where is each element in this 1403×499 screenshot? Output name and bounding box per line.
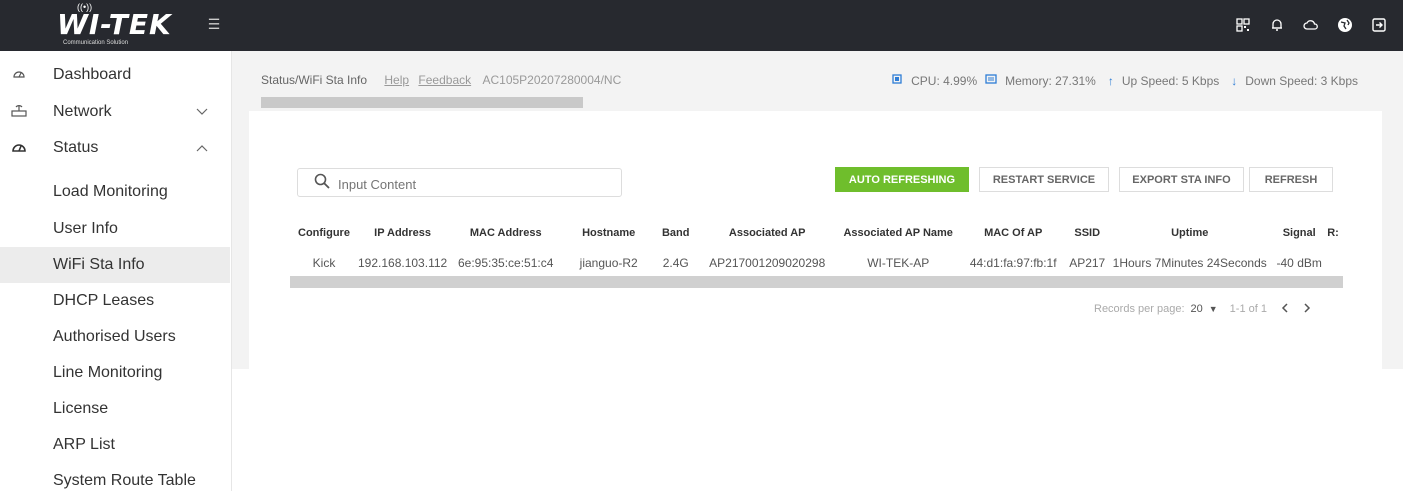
sidebar-item-label: DHCP Leases [53, 292, 155, 309]
chevron-up-icon [196, 141, 208, 155]
breadcrumb-scrollbar[interactable] [261, 97, 583, 108]
breadcrumb: Status/WiFi Sta Info Help Feedback AC105… [261, 73, 621, 87]
col-uptime[interactable]: Uptime [1108, 223, 1271, 243]
auto-refreshing-button[interactable]: AUTO REFRESHING [835, 167, 969, 192]
col-signal[interactable]: Signal [1271, 223, 1327, 243]
logout-icon[interactable] [1369, 14, 1389, 36]
col-ip-address[interactable]: IP Address [358, 223, 447, 243]
col-band[interactable]: Band [653, 223, 698, 243]
memory-usage: Memory: 27.31% [1005, 73, 1096, 88]
sidebar-item-label: WiFi Sta Info [53, 256, 145, 273]
search-icon [314, 173, 330, 194]
sidebar-item-label: Load Monitoring [53, 183, 168, 200]
col-associated-ap[interactable]: Associated AP [698, 223, 836, 243]
col-hostname[interactable]: Hostname [564, 223, 653, 243]
qr-code-icon[interactable] [1233, 14, 1253, 36]
sidebar-item-label: ARP List [53, 436, 115, 453]
device-serial: AC105P20207280004/NC [482, 73, 622, 87]
memory-icon [985, 73, 997, 88]
previous-page-icon[interactable] [1281, 301, 1289, 316]
table-horizontal-scrollbar[interactable] [290, 276, 1343, 288]
top-bar: ((•)) WI-TEK Communication Solution ☰ [0, 0, 1403, 51]
records-per-page-select[interactable]: 20 [1191, 303, 1203, 315]
sidebar-item-dhcp-leases[interactable]: DHCP Leases [0, 283, 230, 319]
table-header-row: Configure IP Address MAC Address Hostnam… [290, 223, 1343, 243]
system-stats: CPU: 4.99% Memory: 27.31% ↑ Up Speed: 5 … [891, 73, 1358, 88]
sidebar-item-label: License [53, 400, 109, 417]
page-range: 1-1 of 1 [1229, 302, 1267, 315]
sidebar-item-wifi-sta-info[interactable]: WiFi Sta Info [0, 247, 230, 283]
help-link[interactable]: Help [384, 73, 409, 87]
next-page-icon[interactable] [1303, 301, 1311, 316]
arrow-down-icon: ↓ [1231, 73, 1238, 88]
sidebar-item-label: Status [53, 139, 99, 156]
sidebar: Dashboard Network Status Load Monitoring… [0, 51, 232, 491]
breadcrumb-path: Status/WiFi Sta Info [261, 73, 368, 87]
col-configure[interactable]: Configure [290, 223, 358, 243]
sidebar-item-label: Authorised Users [53, 328, 176, 345]
sidebar-item-label: User Info [53, 220, 118, 237]
up-speed: Up Speed: 5 Kbps [1121, 73, 1220, 88]
sidebar-item-dashboard[interactable]: Dashboard [0, 57, 231, 93]
caret-down-icon[interactable]: ▼ [1209, 304, 1218, 314]
arrow-up-icon: ↑ [1107, 73, 1114, 88]
sidebar-item-line-monitoring[interactable]: Line Monitoring [0, 355, 230, 391]
cloud-icon[interactable] [1301, 14, 1321, 36]
col-ssid[interactable]: SSID [1066, 223, 1108, 243]
sidebar-item-arp-list[interactable]: ARP List [0, 427, 230, 463]
export-sta-info-button[interactable]: EXPORT STA INFO [1119, 167, 1244, 192]
chevron-down-icon [196, 105, 208, 119]
wi-tek-logo[interactable]: ((•)) WI-TEK Communication Solution [57, 2, 177, 48]
sidebar-item-network[interactable]: Network [0, 94, 231, 130]
sidebar-item-label: System Route Table [53, 472, 196, 489]
sta-info-table: Configure IP Address MAC Address Hostnam… [290, 223, 1343, 283]
cpu-icon [891, 73, 903, 88]
top-icon-group [1233, 14, 1389, 36]
feedback-link[interactable]: Feedback [418, 73, 471, 87]
sidebar-item-status[interactable]: Status [0, 130, 231, 166]
sidebar-item-license[interactable]: License [0, 391, 230, 427]
search-box [297, 168, 622, 197]
sidebar-item-user-info[interactable]: User Info [0, 211, 230, 247]
bell-icon[interactable] [1267, 14, 1287, 36]
refresh-button[interactable]: REFRESH [1249, 167, 1333, 192]
cpu-usage: CPU: 4.99% [911, 73, 978, 88]
down-speed: Down Speed: 3 Kbps [1245, 73, 1358, 88]
sidebar-item-load-monitoring[interactable]: Load Monitoring [0, 174, 230, 210]
col-mac-address[interactable]: MAC Address [447, 223, 564, 243]
sidebar-item-label: Network [53, 103, 112, 120]
restart-service-button[interactable]: RESTART SERVICE [979, 167, 1109, 192]
sidebar-item-label: Line Monitoring [53, 364, 163, 381]
menu-toggle-icon[interactable]: ☰ [206, 16, 222, 32]
gauge-icon [10, 140, 28, 157]
router-icon [10, 104, 28, 121]
sidebar-item-authorised-users[interactable]: Authorised Users [0, 319, 230, 355]
records-per-page-label: Records per page: [1094, 302, 1185, 315]
dashboard-icon [10, 67, 28, 84]
search-input[interactable] [336, 174, 610, 194]
col-mac-of-ap[interactable]: MAC Of AP [960, 223, 1066, 243]
pagination: Records per page: 20 ▼ 1-1 of 1 [1094, 301, 1311, 316]
col-associated-ap-name[interactable]: Associated AP Name [836, 223, 960, 243]
sidebar-item-label: Dashboard [53, 66, 132, 83]
brand-name: WI-TEK [57, 8, 172, 41]
col-rx[interactable]: R: [1327, 223, 1343, 243]
globe-icon[interactable] [1335, 14, 1355, 36]
sidebar-item-system-route-table[interactable]: System Route Table [0, 463, 230, 499]
brand-tagline: Communication Solution [63, 40, 129, 46]
